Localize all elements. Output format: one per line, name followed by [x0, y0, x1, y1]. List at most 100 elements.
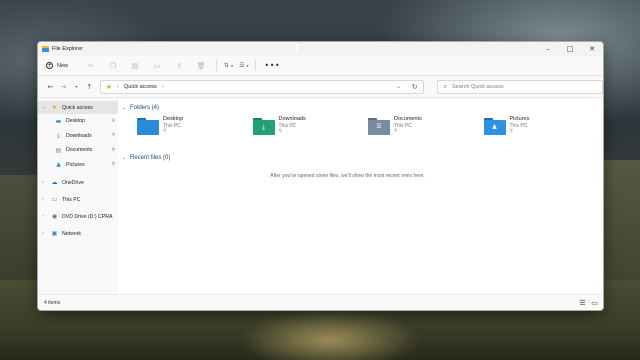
folder-pictures[interactable]: ▲ Pictures This PC ⚲ — [483, 116, 600, 150]
pin-icon: ⚲ — [278, 129, 282, 134]
forward-button[interactable]: → — [57, 80, 70, 94]
cut-icon[interactable]: ✂ — [85, 60, 97, 72]
sidebar-item-pictures[interactable]: ▲ Pictures ⚲ — [38, 158, 118, 173]
new-button[interactable]: + New — [46, 62, 68, 69]
chevron-right-icon[interactable]: › — [42, 214, 50, 219]
sidebar-item-label: Quick access — [62, 104, 93, 111]
desktop-icon: ▬ — [55, 117, 62, 125]
share-icon[interactable]: ⇪ — [173, 60, 185, 72]
chevron-down-icon: ▾ — [231, 63, 234, 68]
chevron-right-icon[interactable]: › — [42, 180, 50, 185]
downloads-folder-icon: ⤓ — [252, 118, 275, 135]
dvd-drive-icon: ◉ — [51, 213, 58, 220]
view-icon: ☰ — [239, 62, 245, 69]
pin-icon: ⚲ — [394, 129, 398, 134]
back-button[interactable]: ← — [44, 80, 57, 94]
address-row: ← → ▾ ↑ ★ › Quick access › ⌄ ↻ ⌕ — [38, 76, 603, 98]
sidebar-item-documents[interactable]: ▤ Documents ⚲ — [38, 143, 118, 158]
sidebar-item-label: This PC — [62, 196, 81, 203]
address-bar[interactable]: ★ › Quick access › ⌄ ↻ — [99, 79, 424, 94]
chevron-right-icon[interactable]: › — [42, 197, 50, 202]
pin-icon: ⚲ — [509, 129, 513, 134]
chevron-down-icon[interactable]: ⌄ — [122, 156, 130, 161]
file-explorer-icon — [42, 46, 49, 52]
pictures-icon: ▲ — [56, 161, 61, 169]
sidebar-item-downloads[interactable]: ⤓ Downloads ⚲ — [38, 129, 118, 144]
recent-locations-button[interactable]: ▾ — [70, 80, 83, 94]
rename-icon[interactable]: ▭ — [151, 60, 163, 72]
view-button[interactable]: ☰ ▾ — [239, 62, 248, 69]
breadcrumb[interactable]: Quick access — [124, 84, 157, 90]
sidebar-item-label: DVD Drive (D:) CPRA — [62, 213, 113, 220]
search-box[interactable]: ⌕ — [436, 79, 603, 94]
downloads-icon: ⤓ — [57, 131, 60, 139]
details-view-icon[interactable]: ☰ — [578, 298, 587, 307]
paste-icon[interactable]: ▤ — [129, 60, 141, 72]
copy-icon[interactable]: ❐ — [107, 60, 119, 72]
folder-documents[interactable]: ☰ Documents This PC ⚲ — [368, 116, 484, 150]
folder-name: Downloads — [278, 116, 306, 122]
sort-button[interactable]: ⇅ ▾ — [224, 62, 233, 69]
chevron-right-icon[interactable]: › — [162, 84, 164, 90]
desktop-folder-icon — [137, 118, 159, 135]
section-title: Recent files (0) — [130, 155, 171, 161]
sidebar-item-this-pc[interactable]: › ▭ This PC — [38, 193, 118, 206]
empty-recent-message: After you've opened some files, we'll sh… — [270, 173, 425, 179]
pin-icon: ⚲ — [111, 147, 115, 153]
window-controls: – □ ✕ — [537, 42, 603, 56]
folder-desktop[interactable]: Desktop This PC ⚲ — [137, 116, 253, 150]
sidebar-item-onedrive[interactable]: › ☁ OneDrive — [38, 176, 118, 189]
pin-icon: ⚲ — [111, 118, 115, 124]
mouse-cursor — [296, 44, 300, 52]
more-icon[interactable]: ••• — [264, 61, 280, 70]
documents-folder-icon: ☰ — [368, 118, 390, 135]
delete-icon[interactable]: 🗑 — [195, 60, 207, 72]
view-toggle: ☰ ▭ — [575, 298, 599, 307]
chevron-down-icon[interactable]: ⌄ — [42, 105, 50, 110]
item-count: 4 items — [44, 299, 61, 306]
maximize-button[interactable]: □ — [559, 42, 581, 56]
folder-downloads[interactable]: ⤓ Downloads This PC ⚲ — [252, 116, 369, 150]
pin-icon: ⚲ — [163, 129, 167, 134]
folders-section-header[interactable]: ⌄ Folders (4) — [122, 102, 603, 114]
folders-grid: Desktop This PC ⚲ ⤓ Downloads This PC ⚲ — [122, 116, 603, 150]
chevron-down-icon[interactable]: ⌄ — [122, 106, 130, 111]
main-content: ⌄ Folders (4) Desktop This PC ⚲ ⤓ Downlo… — [118, 98, 603, 294]
minimize-button[interactable]: – — [537, 42, 559, 56]
star-icon: ★ — [105, 82, 113, 91]
close-button[interactable]: ✕ — [581, 42, 603, 56]
up-button[interactable]: ↑ — [83, 80, 96, 94]
sidebar-item-desktop[interactable]: ▬ Desktop ⚲ — [38, 114, 118, 129]
chevron-down-icon: ▾ — [246, 63, 249, 68]
title-bar[interactable]: File Explorer – □ ✕ — [38, 42, 603, 56]
computer-icon: ▭ — [51, 196, 58, 203]
chevron-right-icon[interactable]: › — [42, 231, 50, 236]
arrow-left-icon: ← — [47, 82, 54, 91]
ribbon-divider — [255, 60, 257, 71]
chevron-right-icon[interactable]: › — [117, 84, 119, 90]
sort-icon: ⇅ — [224, 62, 230, 69]
new-button-label: New — [57, 62, 69, 69]
sidebar-item-label: Downloads — [66, 132, 92, 139]
sidebar-item-network[interactable]: › ▣ Network — [38, 227, 118, 240]
star-icon: ★ — [51, 104, 58, 111]
sidebar-item-dvd-drive[interactable]: › ◉ DVD Drive (D:) CPRA — [38, 210, 118, 223]
recent-files-section-header[interactable]: ⌄ Recent files (0) — [122, 152, 603, 164]
tiles-view-icon[interactable]: ▭ — [590, 298, 599, 307]
folder-name: Desktop — [163, 116, 184, 122]
documents-icon: ▤ — [55, 146, 62, 154]
chevron-down-icon: ▾ — [75, 84, 78, 89]
ribbon-divider — [216, 60, 218, 71]
sidebar-item-quick-access[interactable]: ⌄ ★ Quick access — [38, 101, 118, 114]
pin-icon: ⚲ — [111, 162, 115, 168]
file-explorer-window: File Explorer – □ ✕ + New ✂ ❐ ▤ ▭ ⇪ 🗑 ⇅ ▾… — [37, 41, 604, 311]
search-input[interactable] — [452, 83, 603, 90]
sidebar-item-label: OneDrive — [62, 179, 84, 186]
plus-icon: + — [46, 62, 53, 69]
refresh-icon[interactable]: ↻ — [412, 83, 418, 91]
address-dropdown-icon[interactable]: ⌄ — [396, 84, 400, 90]
folder-name: Pictures — [509, 116, 530, 122]
section-title: Folders (4) — [130, 105, 160, 111]
pictures-folder-icon: ▲ — [483, 118, 506, 135]
sidebar-item-label: Desktop — [66, 118, 86, 125]
